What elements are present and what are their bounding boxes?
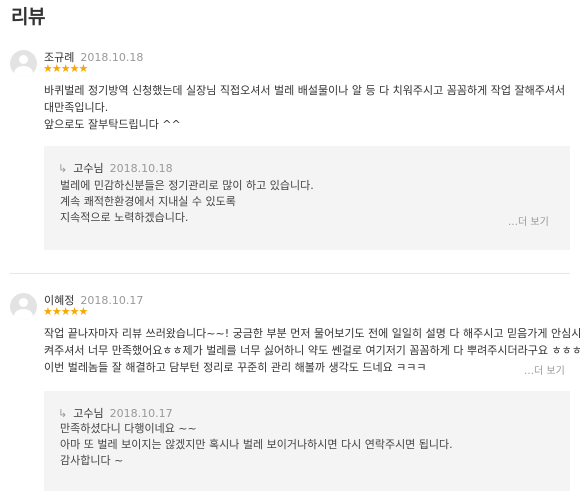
reply-more-link[interactable]: …더 보기 <box>508 213 549 228</box>
reply-author: 고수님 <box>73 162 104 175</box>
reply-line: 벌레에 민감하신분들은 정기관리로 많이 하고 있습니다. <box>60 179 314 192</box>
reply-line: 감사합니다 ~ <box>60 454 124 467</box>
reply-header: ↳ 고수님 2018.10.17 <box>58 405 173 421</box>
reply-line: 아마 또 벌레 보이지는 않겠지만 혹시나 벌레 보이거나하시면 다시 연락주시… <box>60 438 453 451</box>
owner-reply: ↳ 고수님 2018.10.18 벌레에 민감하신분들은 정기관리로 많이 하고 있… <box>44 146 570 250</box>
star-rating: ★★★★★ <box>43 305 88 318</box>
reply-content: 벌레에 민감하신분들은 정기관리로 많이 하고 있습니다. 계속 쾌적한환경에서… <box>60 178 314 226</box>
reply-author: 고수님 <box>73 407 104 420</box>
reply-date: 2018.10.17 <box>109 407 173 420</box>
review-line: 작업 끝나자마자 리뷰 쓰러왔습니다~~! 궁금한 부분 먼저 물어보기도 전에… <box>44 327 580 340</box>
reply-content: 만족하셨다니 다행이네요 ~~ 아마 또 벌레 보이지는 않겠지만 혹시나 벌레… <box>60 421 453 469</box>
review-line: 켜주셔서 너무 만족했어요ㅎㅎ제가 벌레를 너무 싫어하니 약도 쎈걸로 여기저… <box>44 344 580 357</box>
reply-line: 계속 쾌적한환경에서 지내실 수 있도록 <box>60 195 236 208</box>
reply-header: ↳ 고수님 2018.10.18 <box>58 160 173 176</box>
review-date: 2018.10.18 <box>80 51 144 64</box>
review-content: 작업 끝나자마자 리뷰 쓰러왔습니다~~! 궁금한 부분 먼저 물어보기도 전에… <box>44 325 580 376</box>
review-content: 바퀴벌레 정기방역 신청했는데 실장님 직접오셔서 벌레 배설물이나 알 등 다… <box>44 82 566 133</box>
avatar-head <box>19 298 28 307</box>
review-line: 이번 벌레놈들 잘 해결하고 담부턴 정리로 꾸준히 관리 해볼까 생각도 드네… <box>44 361 427 374</box>
reply-date: 2018.10.18 <box>109 162 173 175</box>
avatar <box>10 50 37 77</box>
reply-arrow-icon: ↳ <box>58 407 68 420</box>
reply-line: 지속적으로 노력하겠습니다. <box>60 211 189 224</box>
review-line: 대만족입니다. <box>44 101 109 114</box>
owner-reply: ↳ 고수님 2018.10.17 만족하셨다니 다행이네요 ~~ 아마 또 벌레 보… <box>44 391 570 491</box>
page-title: 리뷰 <box>11 6 45 28</box>
star-rating: ★★★★★ <box>43 62 88 75</box>
review-line: 바퀴벌레 정기방역 신청했는데 실장님 직접오셔서 벌레 배설물이나 알 등 다… <box>44 84 566 97</box>
review-date: 2018.10.17 <box>80 294 144 307</box>
reply-arrow-icon: ↳ <box>58 162 68 175</box>
review-more-link[interactable]: …더 보기 <box>524 362 565 377</box>
avatar-body <box>14 309 33 320</box>
avatar-head <box>19 55 28 64</box>
reply-line: 만족하셨다니 다행이네요 ~~ <box>60 422 197 435</box>
review-divider <box>10 273 570 274</box>
avatar-body <box>14 66 33 77</box>
review-line: 앞으로도 잘부탁드립니다 ^^ <box>44 118 181 131</box>
avatar <box>10 293 37 320</box>
